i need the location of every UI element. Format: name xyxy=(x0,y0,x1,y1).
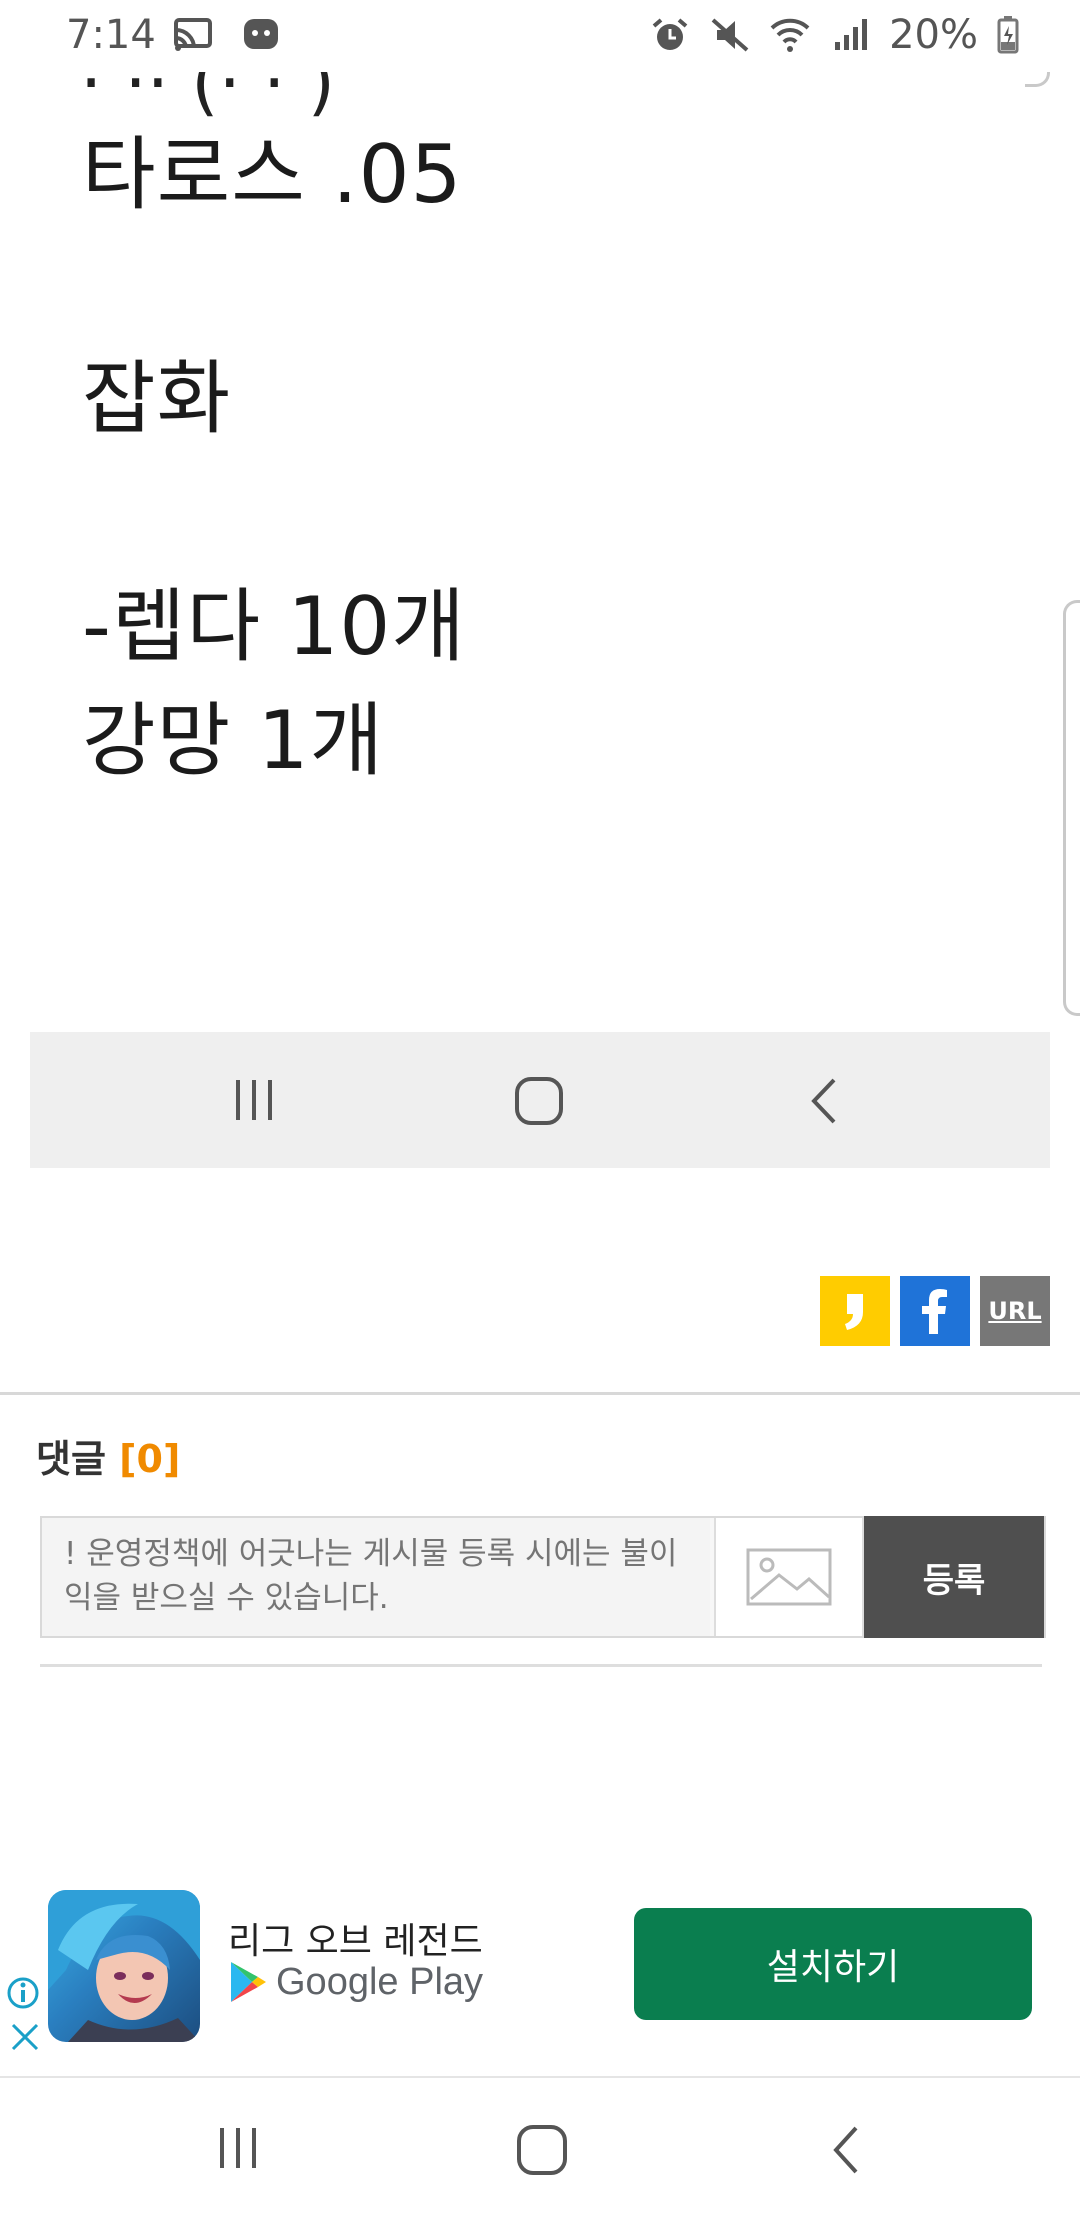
home-icon xyxy=(515,1077,563,1125)
status-system-icons: 20% xyxy=(649,12,1020,58)
alarm-icon xyxy=(652,18,688,50)
post-text-line: 타로스 .05 xyxy=(82,128,463,221)
post-text-line: 강망 1개 xyxy=(82,694,385,787)
battery-percent: 20% xyxy=(889,12,978,58)
store-badge: Google Play xyxy=(228,1960,483,2004)
post-text-line: -렙다 10개 xyxy=(82,580,466,673)
status-time: 7:14 xyxy=(66,12,156,58)
ad-close-icon[interactable] xyxy=(8,2020,42,2054)
ad-app-image[interactable] xyxy=(48,1890,200,2042)
ad-info-icon[interactable] xyxy=(6,1976,40,2010)
kakao-icon xyxy=(845,1294,863,1330)
share-buttons: URL xyxy=(820,1276,1050,1346)
screen: 7:14 20% · ·· (· ·) 타로스 .05 잡화 -렙다 10개 … xyxy=(0,0,1080,2220)
comment-form: 등록 xyxy=(40,1516,1046,1638)
divider xyxy=(0,2076,1080,2078)
ad-banner[interactable]: 리그 오브 레전드 Google Play 설치하기 xyxy=(0,1880,1080,2076)
facebook-icon xyxy=(922,1289,947,1334)
url-icon: URL xyxy=(988,1297,1042,1325)
home-icon[interactable] xyxy=(514,2122,570,2178)
status-bar: 7:14 20% xyxy=(0,0,1080,72)
kakao-share-button[interactable] xyxy=(820,1276,890,1346)
cast-icon xyxy=(174,18,212,51)
divider xyxy=(0,1392,1080,1395)
store-name: Google Play xyxy=(276,1960,484,2003)
recent-apps-icon xyxy=(236,1080,272,1120)
post-image: · ·· (· · ) 타로스 .05 잡화 -렙다 10개 강망 1개 xyxy=(0,72,1080,1172)
ad-title: 리그 오브 레전드 xyxy=(228,1921,483,1962)
recent-apps-icon[interactable] xyxy=(214,2122,262,2172)
mute-icon xyxy=(711,18,749,52)
comments-count: [0] xyxy=(119,1437,181,1481)
install-button[interactable]: 설치하기 xyxy=(634,1908,1032,2020)
comments-title: 댓글 xyxy=(36,1437,106,1481)
image-corner xyxy=(1025,72,1050,87)
chat-bubble-icon xyxy=(244,19,278,49)
image-icon xyxy=(746,1548,832,1606)
attach-image-button[interactable] xyxy=(714,1518,864,1636)
comments-header: 댓글 [0] xyxy=(36,1428,180,1483)
post-text-line: 잡화 xyxy=(82,352,232,445)
champion-portrait-icon xyxy=(48,1890,200,2042)
google-play-icon xyxy=(231,1962,266,2002)
comment-input[interactable] xyxy=(42,1518,710,1636)
submit-comment-button[interactable]: 등록 xyxy=(864,1516,1044,1638)
url-share-button[interactable]: URL xyxy=(980,1276,1050,1346)
embedded-nav-bar xyxy=(30,1032,1050,1168)
divider xyxy=(40,1664,1042,1667)
battery-charging-icon xyxy=(997,16,1019,54)
facebook-share-button[interactable] xyxy=(900,1276,970,1346)
system-nav-bar xyxy=(0,2080,1080,2220)
signal-icon xyxy=(835,19,868,50)
status-notification-icons xyxy=(172,16,282,54)
back-icon[interactable] xyxy=(826,2122,866,2178)
back-icon xyxy=(811,1078,836,1124)
scroll-edge-handle xyxy=(1063,600,1080,1016)
wifi-icon xyxy=(770,18,810,52)
